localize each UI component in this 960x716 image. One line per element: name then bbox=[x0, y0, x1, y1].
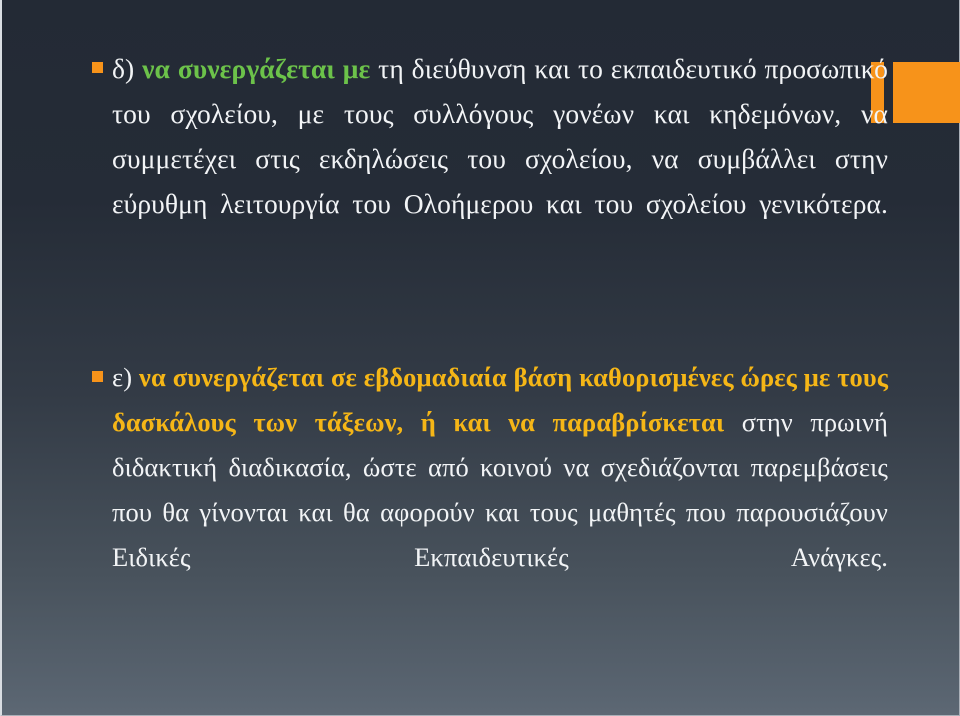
bullet-item-epsilon: ε) να συνεργάζεται σε εβδομαδιαία βάση κ… bbox=[92, 355, 888, 625]
presentation-slide: δ) να συνεργάζεται με τη διεύθυνση και τ… bbox=[0, 0, 960, 716]
bullet-text-delta: δ) να συνεργάζεται με τη διεύθυνση και τ… bbox=[112, 46, 888, 271]
bullet-text-epsilon: ε) να συνεργάζεται σε εβδομαδιαία βάση κ… bbox=[112, 355, 888, 625]
square-bullet-icon bbox=[92, 62, 103, 73]
bullet-highlight-delta: να συνεργάζεται με bbox=[142, 53, 379, 84]
bullet-item-delta: δ) να συνεργάζεται με τη διεύθυνση και τ… bbox=[92, 46, 888, 271]
bullet-label-delta: δ) bbox=[112, 53, 143, 84]
slide-content: δ) να συνεργάζεται με τη διεύθυνση και τ… bbox=[0, 0, 960, 625]
bullet-label-epsilon: ε) bbox=[112, 362, 140, 392]
square-bullet-icon bbox=[92, 371, 103, 382]
